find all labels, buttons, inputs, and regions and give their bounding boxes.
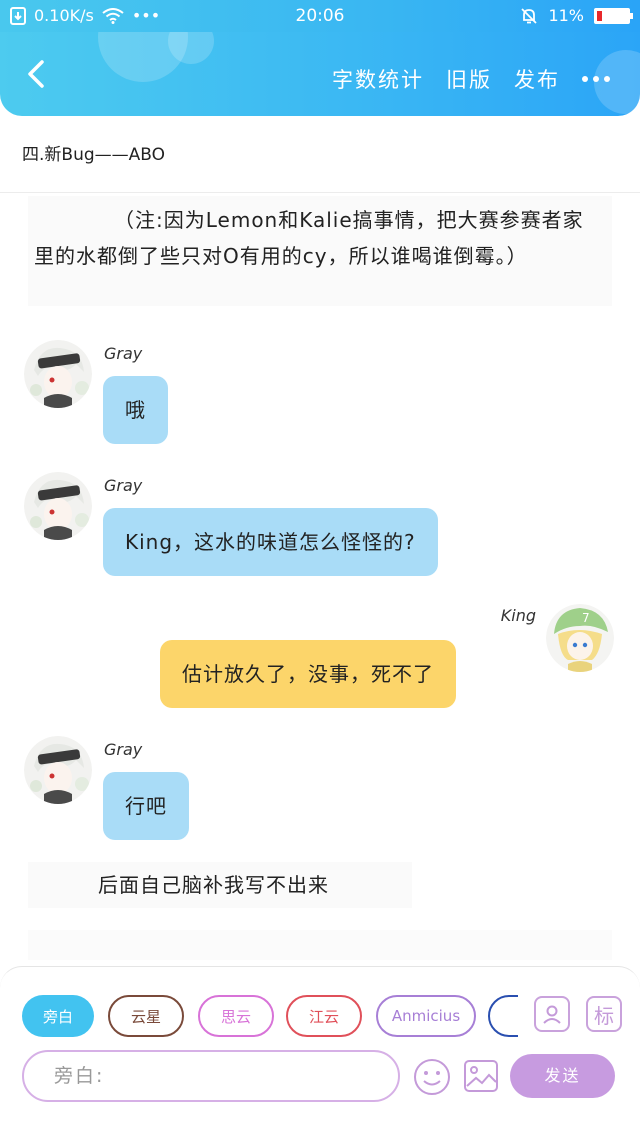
more-options-icon[interactable]	[582, 76, 610, 82]
battery-icon	[594, 7, 633, 24]
chip-narration[interactable]: 旁白	[22, 995, 94, 1037]
character-manage-button[interactable]	[534, 996, 570, 1032]
message-bubble[interactable]: King，这水的味道怎么怪怪的?	[103, 508, 438, 576]
story-editor-screen: 0.10K/s ••• 20:06 11% 字数统计 旧版 发布 四.新Bug—…	[0, 0, 640, 1138]
back-button[interactable]	[18, 54, 58, 94]
chip-character[interactable]: K	[488, 995, 518, 1037]
narration-block[interactable]: 后面自己脑补我写不出来	[28, 862, 412, 908]
character-chip-row[interactable]: 旁白 云星 思云 江云 Anmicius K	[22, 995, 518, 1037]
image-icon[interactable]	[463, 1058, 499, 1094]
battery-percent: 11%	[548, 6, 584, 25]
send-button[interactable]: 发送	[510, 1054, 615, 1098]
narration-input[interactable]: 旁白:	[22, 1050, 400, 1102]
mute-bell-icon	[521, 7, 538, 24]
publish-button[interactable]: 发布	[514, 64, 560, 94]
word-count-button[interactable]: 字数统计	[332, 64, 424, 94]
chapter-title[interactable]: 四.新Bug——ABO	[22, 140, 165, 165]
status-bar: 0.10K/s ••• 20:06 11%	[0, 0, 640, 32]
chip-character[interactable]: 思云	[198, 995, 274, 1037]
speaker-name: Gray	[104, 344, 143, 363]
message-bubble[interactable]: 哦	[103, 376, 168, 444]
message-bubble[interactable]: 估计放久了，没事，死不了	[160, 640, 456, 708]
speaker-name: King	[500, 606, 536, 625]
chip-character[interactable]: Anmicius	[376, 995, 476, 1037]
message-bubble[interactable]: 行吧	[103, 772, 189, 840]
speaker-name: Gray	[104, 476, 143, 495]
divider	[0, 192, 640, 193]
gray-avatar[interactable]	[24, 472, 92, 540]
smiley-icon[interactable]	[413, 1058, 451, 1096]
speaker-name: Gray	[104, 740, 143, 759]
tag-button[interactable]: 标	[586, 996, 622, 1032]
chip-character[interactable]: 云星	[108, 995, 184, 1037]
king-avatar[interactable]: 7	[546, 604, 614, 672]
svg-text:7: 7	[582, 611, 590, 625]
narration-block[interactable]: （注:因为Lemon和Kalie搞事情，把大赛参赛者家里的水都倒了些只对O有用的…	[28, 196, 612, 306]
empty-block	[28, 930, 612, 960]
gray-avatar[interactable]	[24, 736, 92, 804]
gray-avatar[interactable]	[24, 340, 92, 408]
person-card-icon	[543, 1005, 561, 1024]
old-version-button[interactable]: 旧版	[446, 64, 492, 94]
top-app-bar: 字数统计 旧版 发布	[0, 32, 640, 116]
chip-character[interactable]: 江云	[286, 995, 362, 1037]
